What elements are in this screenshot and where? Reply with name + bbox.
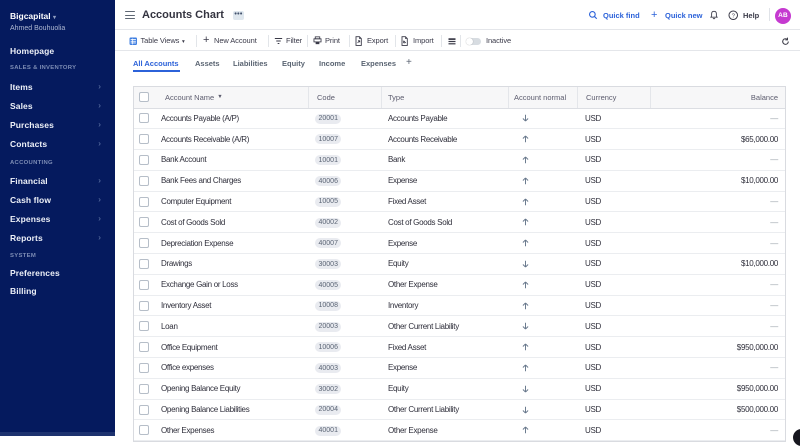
svg-text:?: ? (732, 13, 736, 19)
